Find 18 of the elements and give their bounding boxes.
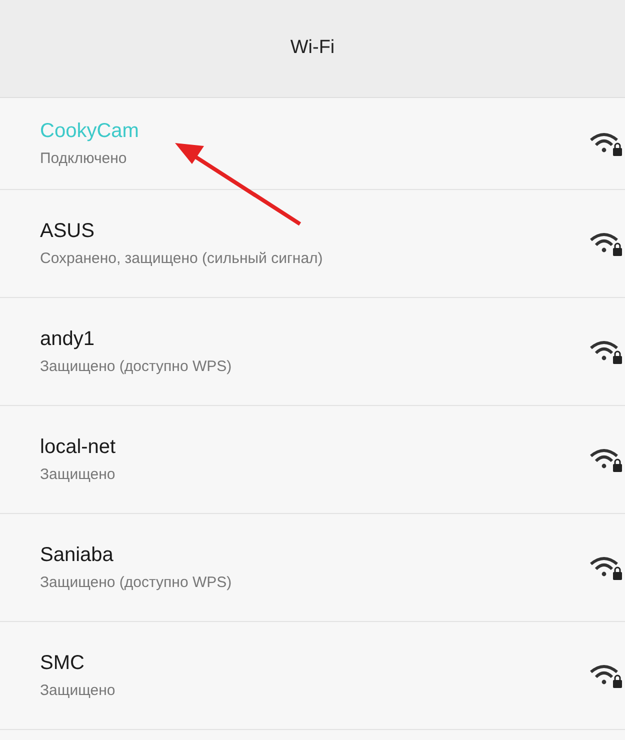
network-name: andy1 — [40, 329, 96, 349]
network-name: local-net — [40, 437, 117, 457]
header-title: Wi-Fi — [290, 36, 335, 60]
network-row[interactable]: andy1 Защищено (доступно WPS) — [0, 298, 625, 406]
network-status: Сохранено, защищено (сильный сигнал) — [40, 251, 324, 266]
network-status: Защищено — [40, 683, 116, 698]
network-name: SMC — [40, 653, 86, 673]
network-row[interactable]: SMC Защищено — [0, 622, 625, 730]
network-status: Защищено (доступно WPS) — [40, 359, 233, 374]
network-status: Подключено — [40, 151, 128, 166]
network-row[interactable]: ASUS Сохранено, защищено (сильный сигнал) — [0, 190, 625, 298]
network-name: Saniaba — [40, 545, 114, 565]
network-status: Защищено — [40, 467, 116, 482]
network-name: CookyCam — [40, 121, 140, 141]
network-row[interactable]: Saniaba Защищено (доступно WPS) — [0, 514, 625, 622]
network-status: Защищено (доступно WPS) — [40, 575, 233, 590]
network-name: ASUS — [40, 221, 96, 241]
network-row[interactable]: local-net Защищено — [0, 406, 625, 514]
